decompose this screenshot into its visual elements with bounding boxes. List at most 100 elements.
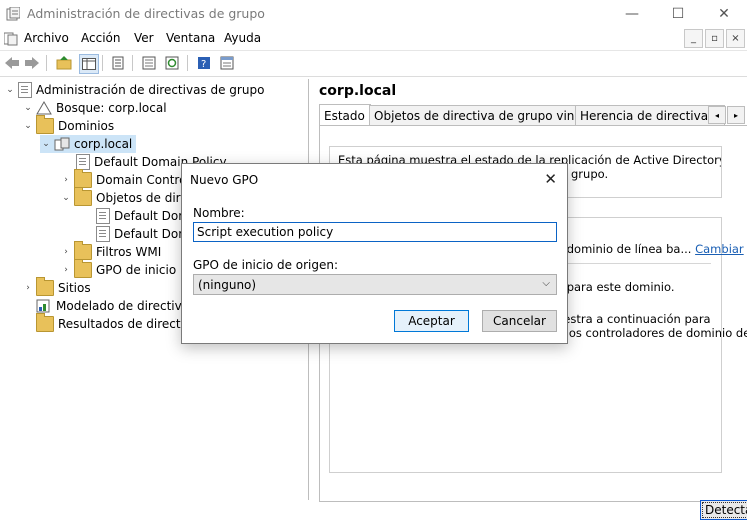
menu-archivo[interactable]: Archivo [24, 31, 69, 45]
tree-item-label: Objetos de dire [96, 191, 188, 205]
tree-item-label: corp.local [74, 137, 133, 151]
menu-accion[interactable]: Acción [81, 31, 120, 45]
tab-strip: Estado Objetos de directiva de grupo vin… [319, 104, 747, 126]
tree-item-starter-gpos[interactable]: › GPO de inicio [60, 259, 177, 279]
back-icon[interactable] [3, 54, 21, 72]
expand-icon[interactable]: › [60, 265, 72, 275]
tree-item-gpo-objects[interactable]: ⌄ Objetos de dire [60, 187, 188, 207]
tree-item-domains[interactable]: ⌄ Dominios [22, 115, 114, 135]
tree-item-label: GPO de inicio [96, 263, 177, 277]
tree-item-label: Modelado de directiva [56, 299, 190, 313]
tree-item-gpo[interactable]: Default Dom [96, 207, 190, 225]
svg-text:?: ? [201, 59, 206, 70]
properties-icon[interactable] [109, 54, 127, 72]
ok-button[interactable]: Aceptar [394, 310, 469, 332]
tab-scroll: ◂ ▸ [708, 106, 745, 124]
status-text: grupo. [571, 167, 609, 181]
refresh-icon[interactable] [163, 54, 181, 72]
console-tree-icon[interactable] [79, 54, 99, 74]
mdi-close-button[interactable]: × [726, 29, 745, 48]
ou-folder-icon [74, 169, 92, 188]
expand-icon[interactable]: › [22, 283, 34, 293]
gpo-name-input[interactable] [193, 222, 557, 242]
tree-item-sites[interactable]: › Sitios [22, 277, 91, 297]
tree-item-corp-local[interactable]: ⌄ corp.local [40, 135, 137, 153]
baseline-text: e dominio de línea ba... Cambiar [556, 242, 744, 256]
detect-now-button[interactable]: Detectar a [700, 500, 747, 520]
title-bar: Administración de directivas de grupo — … [0, 0, 747, 28]
menu-ayuda[interactable]: Ayuda [224, 31, 261, 45]
gpmc-app-icon [6, 6, 21, 21]
view-icon[interactable] [218, 54, 236, 72]
console-menu-icon[interactable] [3, 32, 18, 46]
collapse-icon[interactable]: ⌄ [60, 193, 72, 203]
collapse-icon[interactable]: ⌄ [22, 121, 34, 131]
help-icon[interactable]: ? [195, 54, 213, 72]
close-button[interactable]: ✕ [701, 0, 747, 28]
collapse-icon[interactable]: ⌄ [4, 85, 16, 95]
mdi-minimize-button[interactable]: _ [684, 29, 703, 48]
divider [556, 263, 711, 264]
results-icon [36, 313, 54, 332]
dc-text: s los controladores de dominio de [556, 326, 747, 340]
gpmc-icon [18, 82, 32, 98]
toolbar-separator [132, 55, 133, 71]
pane-title: corp.local [319, 83, 397, 99]
tree-item-label: Default Dom [114, 227, 190, 241]
baseline-label: e dominio de línea ba... [556, 242, 692, 256]
tree-item-modeling[interactable]: Modelado de directiva [36, 297, 189, 315]
tree-item-label: Sitios [58, 281, 91, 295]
select-value: (ninguno) [198, 277, 257, 292]
maximize-button[interactable]: ☐ [655, 0, 701, 28]
window-title: Administración de directivas de grupo [27, 6, 265, 21]
dialog-title: Nuevo GPO [190, 173, 259, 187]
minimize-button[interactable]: — [609, 0, 655, 28]
modeling-icon [36, 299, 52, 313]
tree-item-label: Default Dom [114, 209, 190, 223]
name-label: Nombre: [193, 206, 245, 220]
mdi-controls: _ ▫ × [684, 29, 745, 48]
tab-scroll-left-icon[interactable]: ◂ [708, 106, 726, 124]
tree-item-label: Bosque: corp.local [56, 101, 167, 115]
new-gpo-dialog: Nuevo GPO ✕ Nombre: GPO de inicio de ori… [181, 163, 568, 344]
export-icon[interactable] [140, 54, 158, 72]
tab-scroll-right-icon[interactable]: ▸ [727, 106, 745, 124]
expand-icon[interactable]: › [60, 247, 72, 257]
tree-item-results[interactable]: Resultados de directiva [36, 313, 199, 333]
tree-item-label: Administración de directivas de grupo [36, 83, 265, 97]
tree-item-label: Domain Contro [96, 173, 187, 187]
menu-ver[interactable]: Ver [134, 31, 154, 45]
expand-icon[interactable]: › [60, 175, 72, 185]
folder-icon [36, 115, 54, 134]
mdi-restore-button[interactable]: ▫ [705, 29, 724, 48]
tab-linked-gpos[interactable]: Objetos de directiva de grupo vinculados [369, 105, 577, 125]
collapse-icon[interactable]: ⌄ [22, 103, 34, 113]
up-folder-icon[interactable] [55, 54, 73, 72]
tree-item-gpo[interactable]: Default Dom [96, 225, 190, 243]
dialog-close-icon[interactable]: ✕ [544, 170, 557, 188]
change-link[interactable]: Cambiar [695, 242, 744, 256]
toolbar: ? [0, 51, 747, 77]
folder-icon [74, 241, 92, 260]
gpo-icon [96, 226, 110, 242]
forward-icon[interactable] [23, 54, 41, 72]
tree-item-root[interactable]: ⌄ Administración de directivas de grupo [4, 81, 264, 99]
gpo-icon [96, 208, 110, 224]
source-label: GPO de inicio de origen: [193, 258, 339, 272]
menu-ventana[interactable]: Ventana [166, 31, 215, 45]
cancel-button[interactable]: Cancelar [482, 310, 557, 332]
gpo-link-icon [76, 154, 90, 170]
domain-text: a para este dominio. [556, 280, 675, 294]
folder-icon [74, 187, 92, 206]
toolbar-separator [102, 55, 103, 71]
chevron-down-icon: ⌵ [542, 278, 550, 289]
tab-estado[interactable]: Estado [319, 104, 371, 126]
dc-text: uestra a continuación para [556, 312, 711, 326]
tree-item-label: Filtros WMI [96, 245, 162, 259]
collapse-icon[interactable]: ⌄ [40, 139, 52, 149]
source-starter-gpo-select[interactable]: (ninguno) ⌵ [193, 274, 557, 295]
tree-item-label: Resultados de directiva [58, 317, 199, 331]
tab-inheritance[interactable]: Herencia de directivas de gr [575, 105, 725, 125]
domain-icon [54, 137, 70, 151]
menu-bar: Archivo Acción Ver Ventana Ayuda _ ▫ × [0, 28, 747, 51]
